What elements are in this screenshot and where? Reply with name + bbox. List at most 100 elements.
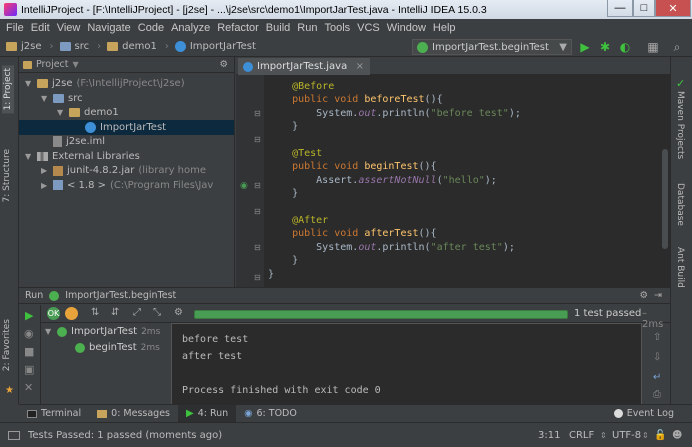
tree-item-path: (library home [138, 165, 207, 176]
fold-icon[interactable]: ⊟ [254, 181, 261, 190]
tree-item[interactable]: ▼ src [19, 91, 83, 106]
fold-icon[interactable]: ⊟ [254, 273, 261, 282]
breadcrumb-demo1[interactable]: demo1 › [107, 41, 169, 52]
test-case-row[interactable]: beginTest 2ms [75, 342, 160, 353]
menu-help[interactable]: Help [433, 22, 456, 34]
menu-code[interactable]: Code [138, 22, 164, 34]
maximize-button[interactable]: □ [633, 0, 655, 17]
src-folder-icon [59, 42, 71, 51]
tab-event-log[interactable]: Event Log [606, 405, 682, 423]
tab-label: Terminal [41, 408, 82, 419]
sort-alpha-icon[interactable]: ⇅ [91, 307, 99, 318]
gear-icon[interactable]: ⚙ [640, 290, 649, 301]
tree-item[interactable]: ▼ External Libraries [19, 149, 140, 164]
project-structure-icon[interactable]: ▦ [646, 40, 660, 54]
hector-icon[interactable]: ☻ [672, 430, 682, 441]
collapse-triangle-icon[interactable]: ▶ [41, 181, 49, 190]
tab-ant-build[interactable]: Ant Build [675, 247, 685, 288]
chevron-down-icon[interactable]: ▼ [73, 60, 79, 69]
file-encoding[interactable]: UTF-8 [612, 430, 641, 441]
breadcrumb-j2se[interactable]: j2se › [6, 41, 54, 52]
tree-item[interactable]: j2se.iml [19, 134, 105, 149]
collapse-all-icon[interactable]: ⤡ [153, 307, 161, 318]
rerun-icon[interactable]: ▶ [25, 309, 33, 322]
stop-icon[interactable]: ■ [24, 345, 34, 358]
code-area[interactable]: @Before public void beforeTest(){ System… [268, 81, 663, 287]
lock-icon[interactable]: 🔓 [654, 430, 666, 441]
debug-icon[interactable]: ✱ [598, 40, 612, 54]
breadcrumb-importjartest[interactable]: ImportJarTest [174, 41, 256, 52]
expand-triangle-icon[interactable]: ▼ [45, 327, 53, 336]
menu-vcs[interactable]: VCS [357, 22, 380, 34]
tree-item[interactable]: ▶ < 1.8 > (C:\Program Files\Jav [19, 178, 213, 193]
close-run-icon[interactable]: ✕ [24, 381, 33, 394]
tree-item[interactable]: ▼ demo1 [19, 105, 119, 120]
coverage-icon[interactable]: ◐ [618, 40, 632, 54]
gear-icon[interactable]: ⚙ [219, 59, 228, 70]
menu-view[interactable]: View [57, 22, 81, 34]
close-button[interactable]: ✕ [655, 0, 691, 17]
menu-window[interactable]: Window [387, 22, 426, 34]
show-ignored-icon[interactable] [65, 307, 78, 320]
show-passed-icon[interactable]: OK [47, 307, 60, 320]
expand-triangle-icon[interactable]: ▼ [25, 79, 33, 88]
fold-icon[interactable]: ⊟ [254, 109, 261, 118]
tree-item[interactable]: ImportJarTest [19, 119, 234, 135]
settings-icon[interactable]: ⚙ [174, 307, 183, 318]
run-test-gutter-icon[interactable]: ◉ [240, 181, 248, 191]
tree-item[interactable]: ▶ junit-4.8.2.jar (library home [19, 163, 206, 178]
expand-triangle-icon[interactable]: ▼ [41, 94, 49, 103]
status-message[interactable]: Tests Passed: 1 passed (moments ago) [28, 430, 222, 441]
restore-layout-icon[interactable]: ▣ [24, 363, 34, 376]
hide-panel-icon[interactable]: ⇥ [654, 290, 662, 301]
expand-triangle-icon[interactable]: ▼ [57, 108, 65, 117]
breadcrumb-src[interactable]: src › [59, 41, 101, 52]
run-button[interactable]: ▶ [578, 40, 592, 54]
menu-navigate[interactable]: Navigate [87, 22, 130, 34]
scroll-up-icon[interactable]: ⇧ [653, 332, 661, 343]
tab-maven-projects[interactable]: Maven Projects [675, 91, 685, 159]
project-view-icon [23, 60, 32, 69]
search-icon[interactable]: ⌕ [670, 40, 684, 54]
scroll-down-icon[interactable]: ⇩ [653, 352, 661, 363]
run-panel-config[interactable]: ImportJarTest.beginTest [65, 290, 176, 301]
sort-duration-icon[interactable]: ⇵ [111, 307, 119, 318]
menu-refactor[interactable]: Refactor [217, 22, 259, 34]
menu-run[interactable]: Run [297, 22, 317, 34]
tab-todo[interactable]: ◉ 6: TODO [236, 405, 305, 423]
line-separator[interactable]: CRLF [569, 430, 594, 441]
rerun-failed-icon[interactable]: ◉ [24, 327, 34, 340]
test-suite-row[interactable]: ▼ ImportJarTest 2ms [45, 326, 160, 337]
tab-messages[interactable]: 0: Messages [89, 405, 178, 423]
minimize-button[interactable]: — [607, 0, 633, 17]
fold-icon[interactable]: ⊟ [254, 207, 261, 216]
tab-terminal[interactable]: Terminal [19, 405, 89, 423]
run-configuration-select[interactable]: ImportJarTest.beginTest ▼ [412, 39, 572, 55]
fold-icon[interactable]: ⊟ [254, 135, 261, 144]
caret-position[interactable]: 3:11 [538, 430, 560, 441]
project-view-select[interactable]: Project [36, 59, 69, 70]
soft-wrap-icon[interactable]: ↵ [653, 372, 661, 383]
tab-favorites[interactable]: 2: Favorites [2, 319, 12, 371]
console-output[interactable]: before test after test Process finished … [171, 323, 642, 405]
tab-structure[interactable]: 7: Structure [2, 149, 12, 203]
tab-run[interactable]: ▶ 4: Run [178, 404, 237, 423]
menu-tools[interactable]: Tools [324, 22, 350, 34]
menu-build[interactable]: Build [266, 22, 290, 34]
editor-scrollbar[interactable] [662, 149, 668, 249]
collapse-triangle-icon[interactable]: ▶ [41, 166, 49, 175]
menu-file[interactable]: File [6, 22, 24, 34]
tab-project[interactable]: 1: Project [2, 65, 14, 114]
test-status-bar: OK ⇅ ⇵ ⤢ ⤡ ⚙ 1 test passed – 2ms [41, 305, 670, 330]
print-icon[interactable]: ⎙ [653, 389, 661, 400]
tree-item[interactable]: ▼ j2se (F:\IntellijProject\j2se) [19, 76, 185, 91]
expand-all-icon[interactable]: ⤢ [133, 307, 141, 318]
editor-tab-importjartest[interactable]: ImportJarTest.java × [238, 58, 370, 75]
expand-triangle-icon[interactable]: ▼ [25, 152, 33, 161]
tool-windows-icon[interactable] [8, 430, 20, 440]
tab-database[interactable]: Database [675, 183, 685, 226]
fold-icon[interactable]: ⊟ [254, 243, 261, 252]
menu-edit[interactable]: Edit [31, 22, 50, 34]
menu-analyze[interactable]: Analyze [171, 22, 210, 34]
close-tab-icon[interactable]: × [356, 61, 364, 72]
